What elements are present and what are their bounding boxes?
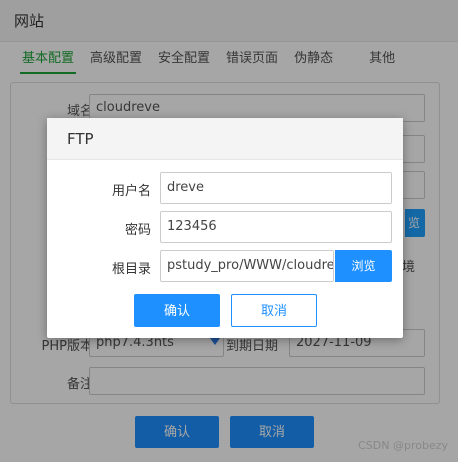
ftp-username-row: 用户名 dreve: [47, 172, 403, 204]
ftp-rootdir-input[interactable]: pstudy_pro/WWW/cloudreve: [160, 250, 334, 282]
ftp-cancel-button[interactable]: 取消: [231, 294, 317, 327]
ftp-password-label: 密码: [124, 223, 151, 238]
ftp-rootdir-label: 根目录: [111, 262, 151, 277]
ftp-dialog: FTP 用户名 dreve 密码 123456 根目录 pstudy_pro/W…: [47, 118, 403, 338]
ftp-username-input[interactable]: dreve: [160, 172, 392, 204]
watermark: CSDN @probezy: [358, 439, 448, 452]
ftp-dialog-title: FTP: [47, 118, 403, 160]
ftp-password-row: 密码 123456: [47, 211, 403, 243]
ftp-confirm-button[interactable]: 确认: [134, 294, 220, 327]
ftp-rootdir-row: 根目录 pstudy_pro/WWW/cloudreve 浏览: [47, 250, 403, 282]
ftp-password-input[interactable]: 123456: [160, 211, 392, 243]
ftp-browse-button[interactable]: 浏览: [335, 250, 392, 282]
ftp-username-label: 用户名: [111, 184, 151, 199]
